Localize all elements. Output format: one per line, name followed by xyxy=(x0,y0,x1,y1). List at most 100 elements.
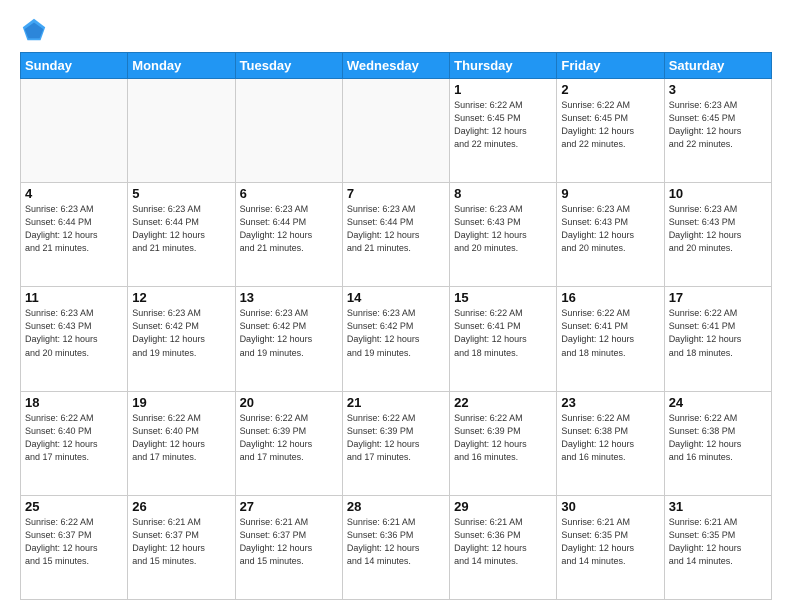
logo-icon xyxy=(20,16,48,44)
day-info: Sunrise: 6:22 AM Sunset: 6:41 PM Dayligh… xyxy=(561,307,659,359)
calendar-week-5: 25Sunrise: 6:22 AM Sunset: 6:37 PM Dayli… xyxy=(21,495,772,599)
calendar-cell: 21Sunrise: 6:22 AM Sunset: 6:39 PM Dayli… xyxy=(342,391,449,495)
calendar-cell: 15Sunrise: 6:22 AM Sunset: 6:41 PM Dayli… xyxy=(450,287,557,391)
day-number: 5 xyxy=(132,186,230,201)
calendar-cell: 6 Sunrise: 6:23 AM Sunset: 6:44 PM Daylig… xyxy=(235,183,342,287)
day-number: 6 xyxy=(240,186,338,201)
calendar-cell: 25Sunrise: 6:22 AM Sunset: 6:37 PM Dayli… xyxy=(21,495,128,599)
day-number: 20 xyxy=(240,395,338,410)
day-number: 22 xyxy=(454,395,552,410)
day-info: Sunrise: 6:21 AM Sunset: 6:36 PM Dayligh… xyxy=(347,516,445,568)
calendar-week-3: 11Sunrise: 6:23 AM Sunset: 6:43 PM Dayli… xyxy=(21,287,772,391)
day-number: 3 xyxy=(669,82,767,97)
calendar-cell: 2 Sunrise: 6:22 AM Sunset: 6:45 PM Daylig… xyxy=(557,79,664,183)
calendar-week-2: 4Sunrise: 6:23 AM Sunset: 6:44 PM Daylig… xyxy=(21,183,772,287)
day-number: 31 xyxy=(669,499,767,514)
day-number: 24 xyxy=(669,395,767,410)
day-info: Sunrise: 6:21 AM Sunset: 6:37 PM Dayligh… xyxy=(240,516,338,568)
day-info: Sunrise: 6:23 AM Sunset: 6:43 PM Dayligh… xyxy=(561,203,659,255)
calendar-cell: 26 Sunrise: 6:21 AM Sunset: 6:37 PM Dayli… xyxy=(128,495,235,599)
day-info: Sunrise: 6:21 AM Sunset: 6:35 PM Dayligh… xyxy=(561,516,659,568)
day-info: Sunrise: 6:23 AM Sunset: 6:44 PM Dayligh… xyxy=(25,203,123,255)
header-thursday: Thursday xyxy=(450,53,557,79)
calendar-cell: 14 Sunrise: 6:23 AM Sunset: 6:42 PM Dayli… xyxy=(342,287,449,391)
day-number: 9 xyxy=(561,186,659,201)
calendar-cell xyxy=(128,79,235,183)
header-saturday: Saturday xyxy=(664,53,771,79)
calendar-cell: 8Sunrise: 6:23 AM Sunset: 6:43 PM Daylig… xyxy=(450,183,557,287)
calendar-cell: 18 Sunrise: 6:22 AM Sunset: 6:40 PM Dayli… xyxy=(21,391,128,495)
calendar-header-row: Sunday Monday Tuesday Wednesday Thursday… xyxy=(21,53,772,79)
day-info: Sunrise: 6:22 AM Sunset: 6:39 PM Dayligh… xyxy=(240,412,338,464)
calendar-week-1: 1 Sunrise: 6:22 AM Sunset: 6:45 PM Daylig… xyxy=(21,79,772,183)
day-info: Sunrise: 6:22 AM Sunset: 6:38 PM Dayligh… xyxy=(561,412,659,464)
calendar-cell xyxy=(235,79,342,183)
calendar-cell: 9 Sunrise: 6:23 AM Sunset: 6:43 PM Daylig… xyxy=(557,183,664,287)
day-number: 7 xyxy=(347,186,445,201)
calendar-cell: 29 Sunrise: 6:21 AM Sunset: 6:36 PM Dayli… xyxy=(450,495,557,599)
header-friday: Friday xyxy=(557,53,664,79)
day-number: 16 xyxy=(561,290,659,305)
calendar-cell: 30Sunrise: 6:21 AM Sunset: 6:35 PM Dayli… xyxy=(557,495,664,599)
day-number: 19 xyxy=(132,395,230,410)
day-info: Sunrise: 6:22 AM Sunset: 6:45 PM Dayligh… xyxy=(561,99,659,151)
day-info: Sunrise: 6:23 AM Sunset: 6:43 PM Dayligh… xyxy=(669,203,767,255)
calendar-week-4: 18 Sunrise: 6:22 AM Sunset: 6:40 PM Dayli… xyxy=(21,391,772,495)
calendar-cell: 27Sunrise: 6:21 AM Sunset: 6:37 PM Dayli… xyxy=(235,495,342,599)
calendar-cell: 28 Sunrise: 6:21 AM Sunset: 6:36 PM Dayli… xyxy=(342,495,449,599)
day-info: Sunrise: 6:23 AM Sunset: 6:42 PM Dayligh… xyxy=(132,307,230,359)
day-info: Sunrise: 6:23 AM Sunset: 6:44 PM Dayligh… xyxy=(132,203,230,255)
day-number: 12 xyxy=(132,290,230,305)
day-number: 28 xyxy=(347,499,445,514)
day-info: Sunrise: 6:22 AM Sunset: 6:41 PM Dayligh… xyxy=(669,307,767,359)
day-info: Sunrise: 6:21 AM Sunset: 6:35 PM Dayligh… xyxy=(669,516,767,568)
calendar-cell: 22Sunrise: 6:22 AM Sunset: 6:39 PM Dayli… xyxy=(450,391,557,495)
day-number: 23 xyxy=(561,395,659,410)
calendar-cell xyxy=(21,79,128,183)
day-info: Sunrise: 6:22 AM Sunset: 6:41 PM Dayligh… xyxy=(454,307,552,359)
calendar-cell: 16 Sunrise: 6:22 AM Sunset: 6:41 PM Dayli… xyxy=(557,287,664,391)
header xyxy=(20,16,772,44)
header-monday: Monday xyxy=(128,53,235,79)
calendar-cell: 1 Sunrise: 6:22 AM Sunset: 6:45 PM Daylig… xyxy=(450,79,557,183)
day-number: 10 xyxy=(669,186,767,201)
calendar-cell: 19 Sunrise: 6:22 AM Sunset: 6:40 PM Dayli… xyxy=(128,391,235,495)
day-info: Sunrise: 6:21 AM Sunset: 6:36 PM Dayligh… xyxy=(454,516,552,568)
day-number: 29 xyxy=(454,499,552,514)
day-info: Sunrise: 6:23 AM Sunset: 6:44 PM Dayligh… xyxy=(347,203,445,255)
calendar-cell: 3Sunrise: 6:23 AM Sunset: 6:45 PM Daylig… xyxy=(664,79,771,183)
day-info: Sunrise: 6:22 AM Sunset: 6:45 PM Dayligh… xyxy=(454,99,552,151)
day-info: Sunrise: 6:23 AM Sunset: 6:44 PM Dayligh… xyxy=(240,203,338,255)
day-info: Sunrise: 6:22 AM Sunset: 6:38 PM Dayligh… xyxy=(669,412,767,464)
day-number: 18 xyxy=(25,395,123,410)
calendar-cell: 20 Sunrise: 6:22 AM Sunset: 6:39 PM Dayli… xyxy=(235,391,342,495)
day-number: 17 xyxy=(669,290,767,305)
calendar-cell: 12 Sunrise: 6:23 AM Sunset: 6:42 PM Dayli… xyxy=(128,287,235,391)
logo xyxy=(20,16,52,44)
calendar-cell: 7 Sunrise: 6:23 AM Sunset: 6:44 PM Daylig… xyxy=(342,183,449,287)
calendar-cell: 17 Sunrise: 6:22 AM Sunset: 6:41 PM Dayli… xyxy=(664,287,771,391)
calendar-cell: 24 Sunrise: 6:22 AM Sunset: 6:38 PM Dayli… xyxy=(664,391,771,495)
day-number: 8 xyxy=(454,186,552,201)
day-info: Sunrise: 6:22 AM Sunset: 6:37 PM Dayligh… xyxy=(25,516,123,568)
calendar-cell: 23 Sunrise: 6:22 AM Sunset: 6:38 PM Dayli… xyxy=(557,391,664,495)
calendar-cell: 4Sunrise: 6:23 AM Sunset: 6:44 PM Daylig… xyxy=(21,183,128,287)
day-info: Sunrise: 6:23 AM Sunset: 6:42 PM Dayligh… xyxy=(240,307,338,359)
calendar-cell: 10 Sunrise: 6:23 AM Sunset: 6:43 PM Dayli… xyxy=(664,183,771,287)
header-sunday: Sunday xyxy=(21,53,128,79)
day-number: 2 xyxy=(561,82,659,97)
day-info: Sunrise: 6:23 AM Sunset: 6:42 PM Dayligh… xyxy=(347,307,445,359)
day-info: Sunrise: 6:22 AM Sunset: 6:40 PM Dayligh… xyxy=(25,412,123,464)
header-wednesday: Wednesday xyxy=(342,53,449,79)
day-info: Sunrise: 6:21 AM Sunset: 6:37 PM Dayligh… xyxy=(132,516,230,568)
day-info: Sunrise: 6:23 AM Sunset: 6:43 PM Dayligh… xyxy=(25,307,123,359)
day-number: 13 xyxy=(240,290,338,305)
calendar-cell xyxy=(342,79,449,183)
day-number: 14 xyxy=(347,290,445,305)
day-number: 26 xyxy=(132,499,230,514)
page: Sunday Monday Tuesday Wednesday Thursday… xyxy=(0,0,792,612)
day-number: 1 xyxy=(454,82,552,97)
header-tuesday: Tuesday xyxy=(235,53,342,79)
calendar-cell: 11Sunrise: 6:23 AM Sunset: 6:43 PM Dayli… xyxy=(21,287,128,391)
day-info: Sunrise: 6:22 AM Sunset: 6:40 PM Dayligh… xyxy=(132,412,230,464)
